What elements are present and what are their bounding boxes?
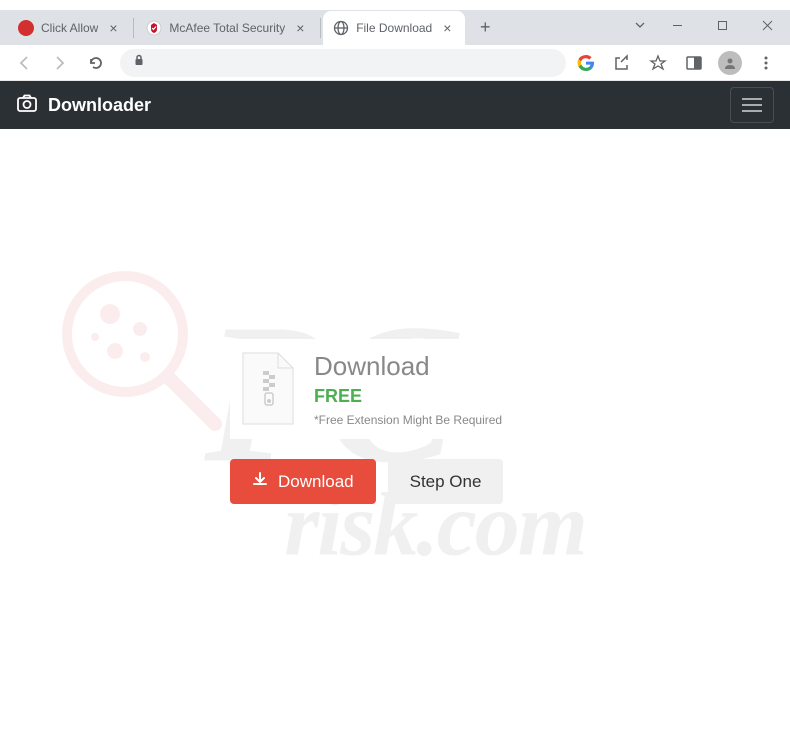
step-one-button[interactable]: Step One: [388, 459, 504, 504]
tab-mcafee[interactable]: McAfee Total Security ×: [136, 11, 318, 45]
page-header: Downloader: [0, 81, 790, 129]
download-arrow-icon: [252, 471, 268, 492]
download-heading: Download: [314, 351, 552, 382]
share-icon[interactable]: [610, 51, 634, 75]
download-note: *Free Extension Might Be Required: [314, 413, 552, 427]
reload-button[interactable]: [80, 47, 112, 79]
content-area: PC risk.com Download FREE *Free Extensio…: [0, 129, 790, 740]
brand-title: Downloader: [48, 95, 151, 116]
favicon-globe-icon: [333, 20, 349, 36]
address-bar: [0, 45, 790, 81]
step-button-label: Step One: [410, 472, 482, 492]
chevron-down-icon[interactable]: [625, 10, 655, 40]
tab-bar: Click Allow × McAfee Total Security × Fi…: [0, 10, 790, 45]
watermark-magnify-icon: [50, 259, 230, 444]
profile-icon[interactable]: [718, 51, 742, 75]
menu-dots-icon[interactable]: [754, 51, 778, 75]
download-button[interactable]: Download: [230, 459, 376, 504]
download-card: Download FREE *Free Extension Might Be R…: [230, 339, 560, 439]
download-button-label: Download: [278, 472, 354, 492]
tab-file-download[interactable]: File Download ×: [323, 11, 465, 45]
brand: Downloader: [16, 92, 151, 119]
back-button[interactable]: [8, 47, 40, 79]
free-label: FREE: [314, 386, 552, 407]
tab-title: McAfee Total Security: [169, 21, 285, 35]
hamburger-menu-button[interactable]: [730, 87, 774, 123]
new-tab-button[interactable]: +: [471, 14, 499, 42]
url-bar[interactable]: [120, 49, 566, 77]
close-icon[interactable]: ×: [443, 22, 455, 34]
tab-click-allow[interactable]: Click Allow ×: [8, 11, 131, 45]
hamburger-icon: [742, 98, 762, 112]
camera-icon: [16, 92, 38, 119]
favicon-mcafee-icon: [146, 20, 162, 36]
maximize-button[interactable]: [700, 10, 745, 40]
tab-title: File Download: [356, 21, 432, 35]
google-icon[interactable]: [574, 51, 598, 75]
bookmark-star-icon[interactable]: [646, 51, 670, 75]
close-icon[interactable]: ×: [296, 22, 308, 34]
minimize-button[interactable]: [655, 10, 700, 40]
forward-button[interactable]: [44, 47, 76, 79]
close-icon[interactable]: ×: [109, 22, 121, 34]
download-section: Download FREE *Free Extension Might Be R…: [230, 339, 560, 504]
side-panel-icon[interactable]: [682, 51, 706, 75]
lock-icon: [132, 53, 146, 72]
file-zip-icon: [238, 351, 298, 426]
close-window-button[interactable]: [745, 10, 790, 40]
tab-title: Click Allow: [41, 21, 98, 35]
favicon-red-icon: [18, 20, 34, 36]
